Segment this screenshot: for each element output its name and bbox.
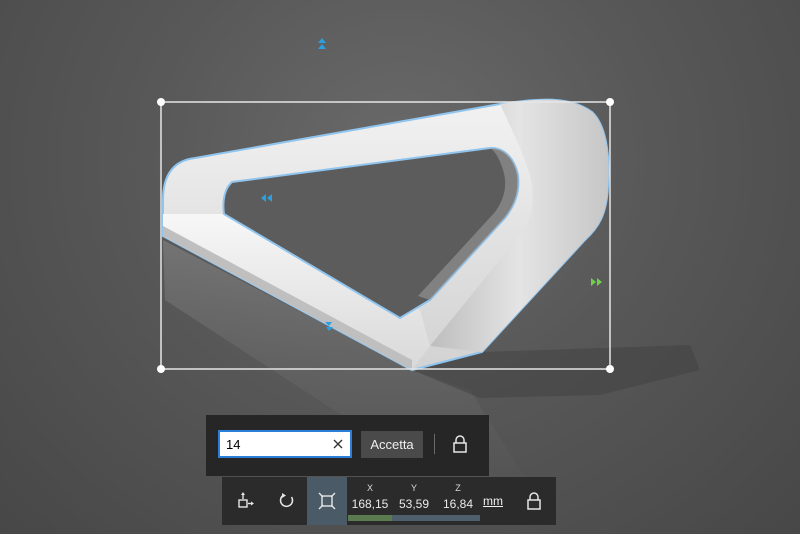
unit-selector[interactable]: mm xyxy=(480,494,506,508)
scale-tool-button[interactable] xyxy=(307,477,347,525)
scale-icon xyxy=(318,492,336,510)
coord-y-bar xyxy=(392,515,436,521)
coord-x[interactable]: X 168,15 xyxy=(348,477,392,525)
coord-y-label: Y xyxy=(410,483,417,493)
corner-handle-bottom-left[interactable] xyxy=(157,365,165,373)
close-icon xyxy=(333,439,343,449)
coord-x-value: 168,15 xyxy=(351,497,389,511)
accept-button[interactable]: Accetta xyxy=(361,431,423,458)
lock-icon xyxy=(527,492,541,510)
corner-handle-bottom-right[interactable] xyxy=(606,365,614,373)
value-field[interactable] xyxy=(218,430,352,458)
toolbar-lock-button[interactable] xyxy=(522,489,546,513)
double-chevron-up-icon xyxy=(318,38,326,49)
rotate-tool-button[interactable] xyxy=(267,477,307,525)
value-input[interactable] xyxy=(220,432,328,456)
lock-icon xyxy=(453,435,467,453)
coord-y-value: 53,59 xyxy=(398,497,430,511)
move-icon xyxy=(238,492,254,508)
coord-x-bar xyxy=(348,515,392,521)
top-handle[interactable] xyxy=(318,38,326,49)
double-chevron-right-icon xyxy=(591,278,602,286)
panel-divider xyxy=(434,434,435,454)
corner-handle-top-right[interactable] xyxy=(606,98,614,106)
rotate-icon xyxy=(279,493,294,508)
coord-z[interactable]: Z 16,84 xyxy=(436,477,480,525)
coord-y[interactable]: Y 53,59 xyxy=(392,477,436,525)
coord-x-label: X xyxy=(366,483,373,493)
panel-lock-button[interactable] xyxy=(448,432,472,456)
coord-z-label: Z xyxy=(455,483,461,493)
coord-z-value: 16,84 xyxy=(442,497,474,511)
right-handle[interactable] xyxy=(591,278,602,286)
transform-toolbar: X 168,15 Y 53,59 Z 16,84 mm xyxy=(222,477,556,525)
coord-z-bar xyxy=(436,515,480,521)
value-input-panel: Accetta xyxy=(206,415,489,476)
clear-button[interactable] xyxy=(328,434,348,454)
move-tool-button[interactable] xyxy=(226,477,266,525)
corner-handle-top-left[interactable] xyxy=(157,98,165,106)
